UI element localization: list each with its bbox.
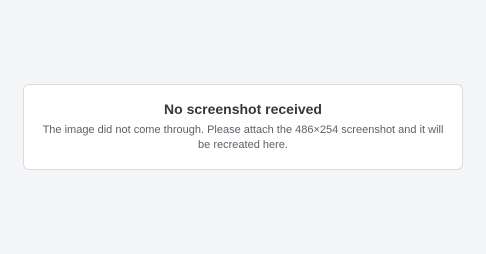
notice-title: No screenshot received [164, 100, 322, 117]
notice-body: The image did not come through. Please a… [42, 123, 444, 151]
missing-image-notice: No screenshot received The image did not… [23, 83, 463, 171]
